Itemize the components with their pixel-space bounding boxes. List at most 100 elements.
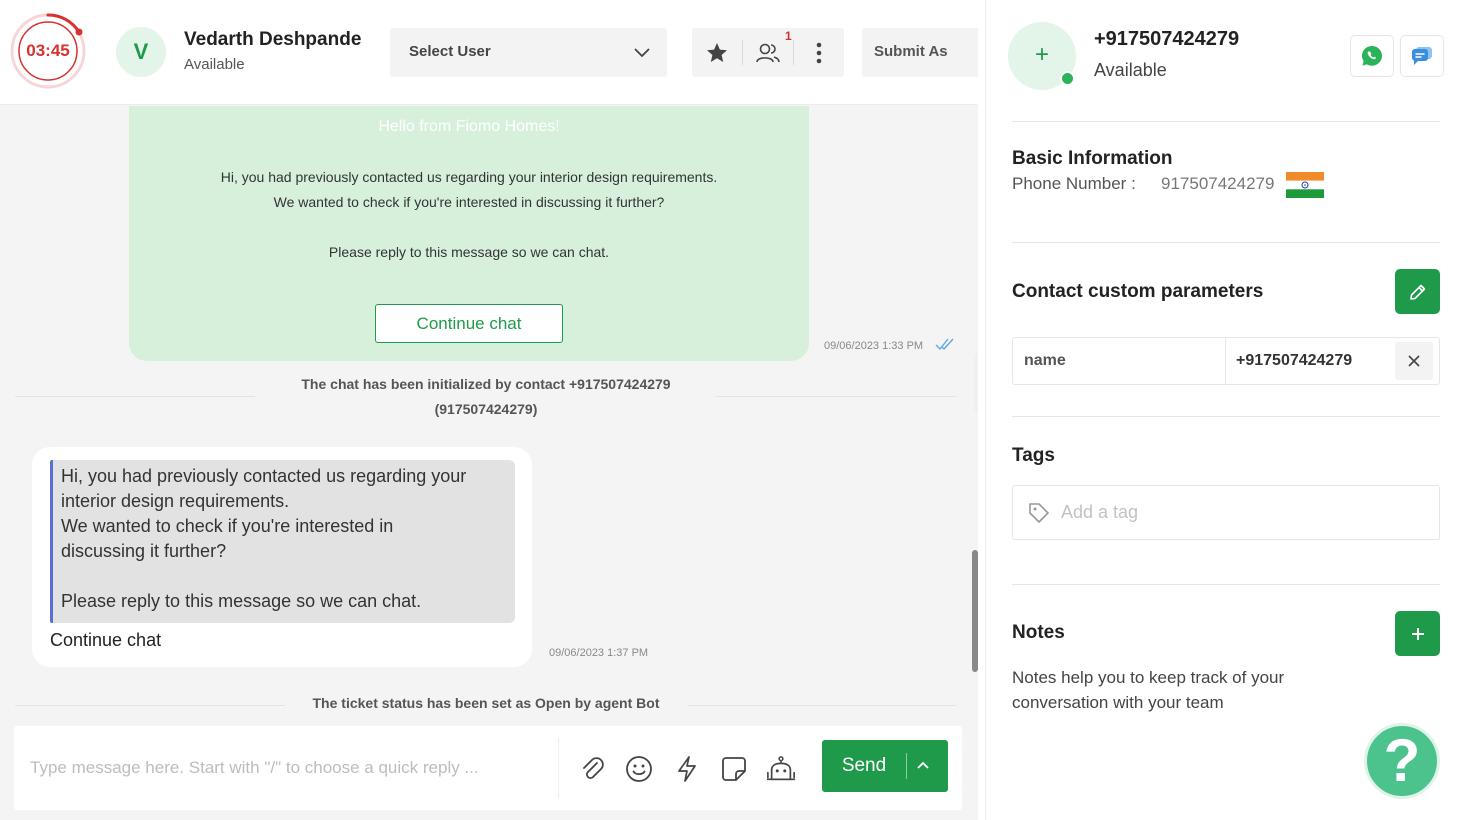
quoted-message: Hi, you had previously contacted us rega… (50, 460, 515, 623)
tag-icon (1029, 503, 1049, 523)
param-key: name (1024, 352, 1066, 369)
close-icon (1408, 355, 1420, 367)
star-button[interactable] (692, 28, 742, 77)
submit-as-label: Submit As (874, 43, 948, 60)
session-timer: 03:45 (9, 12, 87, 90)
system-message: The chat has been initialized by contact… (258, 372, 714, 422)
chat-channel-button[interactable] (1400, 35, 1444, 77)
system-divider (15, 705, 285, 706)
send-divider (906, 753, 907, 779)
lightning-icon (678, 756, 696, 782)
submit-as-button[interactable]: Submit As (862, 28, 978, 77)
drag-dots-icon (974, 353, 978, 413)
agent-status: Available (184, 56, 245, 73)
resize-handle[interactable] (974, 353, 978, 413)
more-options-button[interactable] (794, 28, 844, 77)
chat-scrollbar[interactable] (972, 550, 978, 672)
system-message-line: The chat has been initialized by contact… (301, 376, 671, 392)
contact-status: Available (1094, 60, 1167, 80)
whatsapp-icon (1362, 46, 1382, 66)
emoji-button[interactable] (624, 754, 654, 784)
system-divider (15, 396, 255, 397)
attach-button[interactable] (577, 754, 607, 784)
timer-value: 03:45 (26, 41, 70, 60)
system-message: The ticket status has been set as Open b… (312, 695, 660, 711)
sticker-button[interactable] (719, 754, 749, 784)
system-divider (688, 705, 956, 706)
customer-message-bubble: Hi, you had previously contacted us rega… (32, 447, 532, 667)
help-button[interactable]: ? (1364, 723, 1440, 799)
tag-input[interactable] (1061, 486, 1431, 539)
sticker-icon (722, 757, 746, 781)
quoted-line: Please reply to this message so we can c… (61, 591, 422, 611)
smiley-icon (626, 756, 652, 782)
send-button[interactable]: Send (822, 740, 948, 792)
template-message-bubble: Hello from Fiomo Homes! Hi, you had prev… (129, 106, 809, 361)
app-root: 03:45 V Vedarth Deshpande Available Sele… (0, 0, 1464, 820)
quick-reply-button[interactable] (672, 754, 702, 784)
continue-chat-button[interactable]: Continue chat (375, 304, 563, 343)
section-divider (1012, 121, 1440, 122)
quoted-line: Hi, you had previously contacted us rega… (61, 466, 467, 486)
robot-icon (766, 756, 796, 781)
phone-number-label: Phone Number : (1012, 174, 1136, 193)
param-divider (1225, 338, 1226, 384)
chat-bubbles-icon (1412, 47, 1432, 65)
bot-button[interactable] (766, 754, 796, 784)
quoted-line: interior design requirements. (61, 491, 290, 511)
template-line: Hi, you had previously contacted us rega… (220, 169, 718, 185)
india-flag-icon (1286, 172, 1324, 198)
participants-badge: 1 (785, 29, 792, 43)
template-line: Please reply to this message so we can c… (328, 244, 610, 260)
notes-help-text: Notes help you to keep track of your con… (1012, 668, 1285, 712)
message-timestamp: 09/06/2023 1:33 PM (824, 340, 924, 352)
send-label: Send (841, 755, 887, 776)
contact-phone: +917507424279 (1094, 28, 1240, 50)
template-line: We wanted to check if you're interested … (273, 194, 665, 210)
select-user-dropdown[interactable]: Select User (390, 28, 667, 77)
chevron-down-icon (634, 48, 650, 58)
message-input[interactable] (14, 726, 554, 810)
paperclip-icon (583, 757, 604, 780)
users-icon (756, 43, 780, 62)
message-timestamp: 09/06/2023 1:37 PM (549, 647, 649, 659)
system-message-line: (917507424279) (434, 401, 538, 417)
basic-info-title: Basic Information (1012, 148, 1173, 169)
pencil-icon (1409, 284, 1425, 300)
double-check-icon (935, 338, 954, 351)
notes-title: Notes (1012, 622, 1065, 643)
section-divider (1012, 584, 1440, 585)
custom-params-title: Contact custom parameters (1012, 281, 1264, 302)
quoted-line: discussing it further? (61, 541, 227, 561)
question-mark-icon: ? (1383, 727, 1421, 794)
contact-details-pane: + +917507424279 Available Basic Informat… (985, 0, 1464, 820)
section-divider (1012, 242, 1440, 243)
plus-icon (1411, 627, 1424, 640)
chat-header: 03:45 V Vedarth Deshpande Available Sele… (0, 0, 978, 105)
tag-input-container (1012, 485, 1440, 540)
online-indicator (1060, 71, 1075, 86)
tags-title: Tags (1012, 445, 1055, 466)
chat-pane: 03:45 V Vedarth Deshpande Available Sele… (0, 0, 978, 820)
agent-name: Vedarth Deshpande (184, 29, 362, 50)
chevron-up-icon[interactable] (914, 757, 932, 775)
vertical-dots-icon (816, 42, 822, 63)
phone-number-value: 917507424279 (1161, 174, 1275, 193)
edit-params-button[interactable] (1395, 269, 1440, 314)
agent-avatar: V (116, 27, 166, 77)
whatsapp-channel-button[interactable] (1350, 35, 1394, 77)
quoted-line: We wanted to check if you're interested … (61, 516, 394, 536)
message-composer: Send (14, 726, 962, 810)
select-user-label: Select User (409, 43, 491, 60)
section-divider (1012, 416, 1440, 417)
system-divider (716, 396, 956, 397)
header-toolbar: 1 (692, 28, 844, 77)
add-note-button[interactable] (1395, 611, 1440, 656)
custom-param-row: name +917507424279 (1012, 337, 1440, 385)
customer-reply-text: Continue chat (50, 630, 162, 650)
param-value: +917507424279 (1236, 352, 1353, 369)
template-header: Hello from Fiomo Homes! (378, 118, 560, 135)
remove-param-button[interactable] (1395, 342, 1433, 380)
composer-divider (558, 738, 559, 798)
star-icon (707, 42, 727, 62)
